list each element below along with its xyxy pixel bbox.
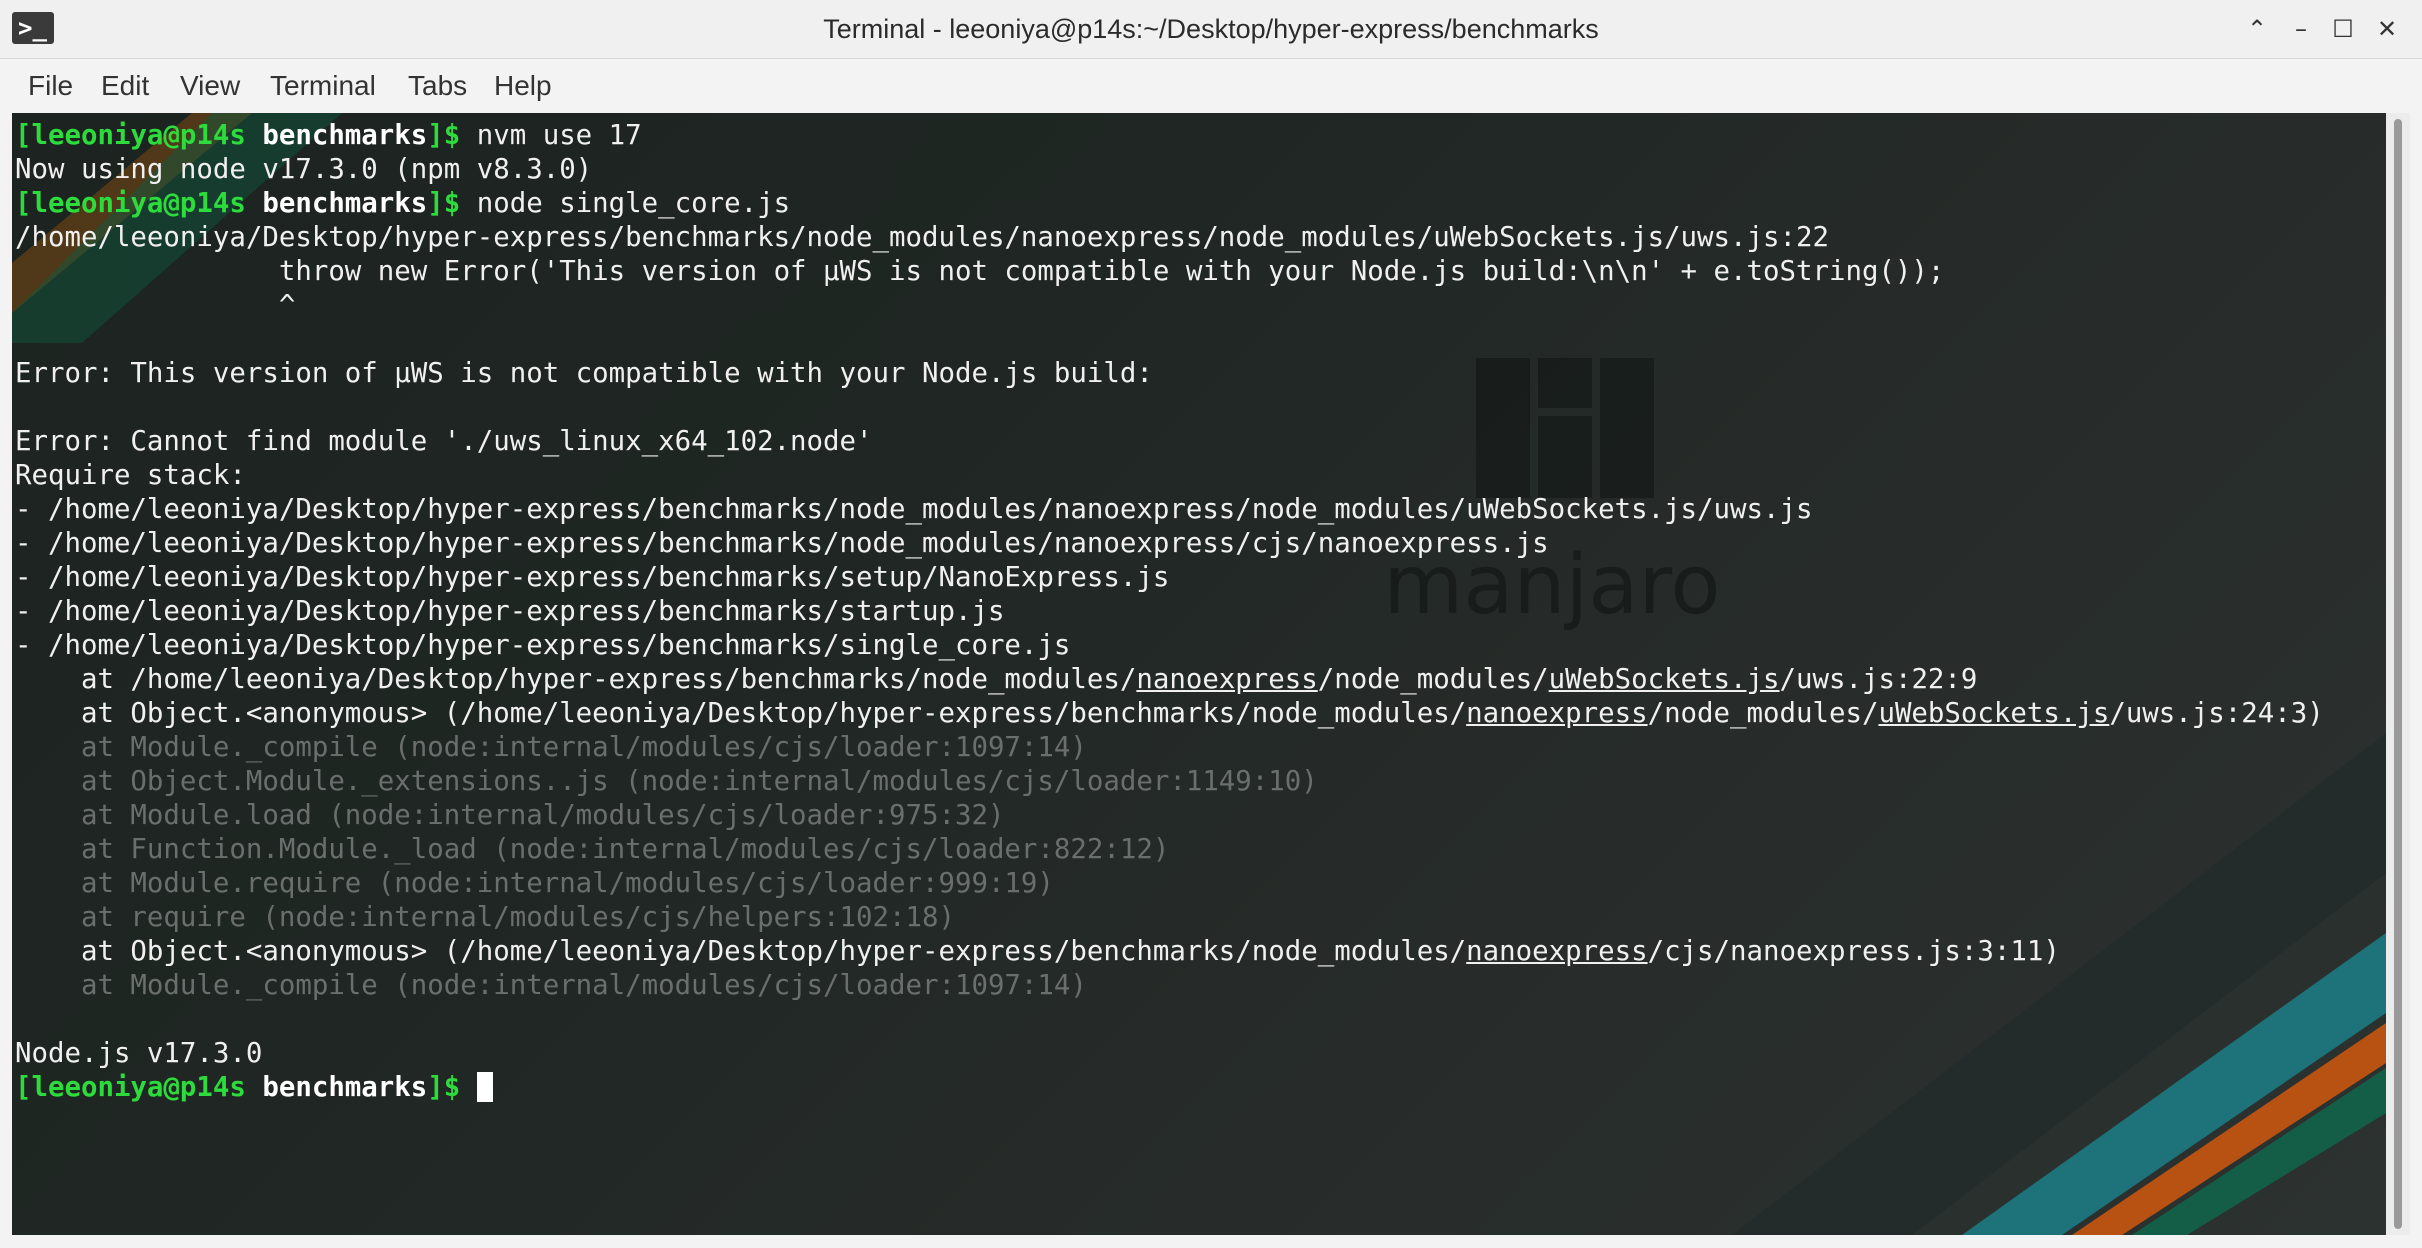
terminal-line: - /home/leeoniya/Desktop/hyper-express/b… xyxy=(15,527,2324,561)
scrollbar-thumb[interactable] xyxy=(2394,119,2402,1229)
text-cursor xyxy=(476,1072,493,1102)
output-text: /node_modules/ xyxy=(1647,698,1879,729)
prompt-text: ]$ xyxy=(427,120,461,151)
maximize-icon[interactable]: ☐ xyxy=(2322,8,2364,50)
terminal-line: at Function.Module._load (node:internal/… xyxy=(15,833,2324,867)
terminal-line: [leeoniya@p14s benchmarks]$ nvm use 17 xyxy=(15,119,2324,153)
output-text: nanoexpress xyxy=(1136,664,1318,695)
output-text: Now using node v17.3.0 (npm v8.3.0) xyxy=(15,154,593,185)
prompt-text: [leeoniya@p14s xyxy=(15,188,263,219)
output-text: /home/leeoniya/Desktop/hyper-express/ben… xyxy=(15,222,1829,253)
terminal-line: at Module.require (node:internal/modules… xyxy=(15,867,2324,901)
shade-chevron-up-icon[interactable]: ⌃ xyxy=(2236,8,2278,50)
output-text: at Module._compile (node:internal/module… xyxy=(15,970,1087,1001)
prompt-dir: benchmarks xyxy=(262,1072,428,1103)
output-text: nanoexpress xyxy=(1466,936,1648,967)
output-text: /uws.js:24:3) xyxy=(2109,698,2324,729)
output-text: ^ xyxy=(15,290,296,321)
terminal-line: Node.js v17.3.0 xyxy=(15,1037,2324,1071)
terminal-line: Require stack: xyxy=(15,459,2324,493)
output-text: /cjs/nanoexpress.js:3:11) xyxy=(1647,936,2060,967)
terminal-line: - /home/leeoniya/Desktop/hyper-express/b… xyxy=(15,561,2324,595)
window-title: Terminal - leeoniya@p14s:~/Desktop/hyper… xyxy=(823,14,1599,44)
scrollbar[interactable] xyxy=(2386,113,2410,1235)
terminal-line: at Object.<anonymous> (/home/leeoniya/De… xyxy=(15,935,2324,969)
terminal-line: [leeoniya@p14s benchmarks]$ xyxy=(15,1071,2324,1105)
terminal-line: [leeoniya@p14s benchmarks]$ node single_… xyxy=(15,187,2324,221)
output-text: /node_modules/ xyxy=(1317,664,1549,695)
output-text: Error: Cannot find module './uws_linux_x… xyxy=(15,426,873,457)
window-border-right xyxy=(2410,113,2422,1248)
menu-edit[interactable]: Edit xyxy=(101,59,149,113)
terminal-line: at /home/leeoniya/Desktop/hyper-express/… xyxy=(15,663,2324,697)
title-bar[interactable]: >_ Terminal - leeoniya@p14s:~/Desktop/hy… xyxy=(0,0,2422,59)
output-text: at /home/leeoniya/Desktop/hyper-express/… xyxy=(15,664,1137,695)
terminal-line: - /home/leeoniya/Desktop/hyper-express/b… xyxy=(15,493,2324,527)
terminal-line: /home/leeoniya/Desktop/hyper-express/ben… xyxy=(15,221,2324,255)
terminal-line: at require (node:internal/modules/cjs/he… xyxy=(15,901,2324,935)
output-text: Node.js v17.3.0 xyxy=(15,1038,263,1069)
terminal-area[interactable]: manjaro [leeoniya@p14s benchmarks]$ nvm … xyxy=(12,113,2386,1235)
menu-tabs[interactable]: Tabs xyxy=(408,59,467,113)
output-text: - /home/leeoniya/Desktop/hyper-express/b… xyxy=(15,562,1170,593)
terminal-line: Error: Cannot find module './uws_linux_x… xyxy=(15,425,2324,459)
terminal-output: [leeoniya@p14s benchmarks]$ nvm use 17 No… xyxy=(15,119,2324,1105)
terminal-line: - /home/leeoniya/Desktop/hyper-express/b… xyxy=(15,629,2324,663)
output-text: uWebSockets.js xyxy=(1878,698,2110,729)
terminal-line: Error: This version of µWS is not compat… xyxy=(15,357,2324,391)
output-text: at Object.Module._extensions..js (node:i… xyxy=(15,766,1318,797)
prompt-dir: benchmarks xyxy=(262,120,428,151)
prompt-text: [leeoniya@p14s xyxy=(15,120,263,151)
output-text: nvm use 17 xyxy=(460,120,642,151)
menu-help[interactable]: Help xyxy=(494,59,552,113)
output-text: at Object.<anonymous> (/home/leeoniya/De… xyxy=(15,698,1467,729)
terminal-line: at Module.load (node:internal/modules/cj… xyxy=(15,799,2324,833)
terminal-line: ^ xyxy=(15,289,2324,323)
terminal-line: throw new Error('This version of µWS is … xyxy=(15,255,2324,289)
prompt-dir: benchmarks xyxy=(262,188,428,219)
terminal-line: - /home/leeoniya/Desktop/hyper-express/b… xyxy=(15,595,2324,629)
output-text: at Function.Module._load (node:internal/… xyxy=(15,834,1170,865)
menu-view[interactable]: View xyxy=(180,59,240,113)
output-text: uWebSockets.js xyxy=(1548,664,1780,695)
prompt-text: ]$ xyxy=(427,188,461,219)
output-text: Error: This version of µWS is not compat… xyxy=(15,358,1153,389)
output-text: - /home/leeoniya/Desktop/hyper-express/b… xyxy=(15,494,1813,525)
output-text: Require stack: xyxy=(15,460,246,491)
output-text: throw new Error('This version of µWS is … xyxy=(15,256,1945,287)
terminal-line: at Module._compile (node:internal/module… xyxy=(15,969,2324,1003)
output-text: at Object.<anonymous> (/home/leeoniya/De… xyxy=(15,936,1467,967)
output-text: /uws.js:22:9 xyxy=(1779,664,1978,695)
menu-bar: File Edit View Terminal Tabs Help xyxy=(0,59,2422,113)
output-text: - /home/leeoniya/Desktop/hyper-express/b… xyxy=(15,630,1071,661)
output-text: nanoexpress xyxy=(1466,698,1648,729)
output-text: node single_core.js xyxy=(460,188,791,219)
output-text: at Module._compile (node:internal/module… xyxy=(15,732,1087,763)
close-icon[interactable]: ✕ xyxy=(2366,8,2408,50)
terminal-line: at Object.<anonymous> (/home/leeoniya/De… xyxy=(15,697,2324,731)
output-text: at Module.load (node:internal/modules/cj… xyxy=(15,800,1005,831)
prompt-text: [leeoniya@p14s xyxy=(15,1072,263,1103)
window-border-bottom xyxy=(0,1235,2422,1248)
menu-terminal[interactable]: Terminal xyxy=(270,59,376,113)
terminal-line: at Object.Module._extensions..js (node:i… xyxy=(15,765,2324,799)
terminal-line: Now using node v17.3.0 (npm v8.3.0) xyxy=(15,153,2324,187)
menu-file[interactable]: File xyxy=(28,59,73,113)
output-text: - /home/leeoniya/Desktop/hyper-express/b… xyxy=(15,596,1005,627)
output-text: at require (node:internal/modules/cjs/he… xyxy=(15,902,955,933)
terminal-line: at Module._compile (node:internal/module… xyxy=(15,731,2324,765)
prompt-text: ]$ xyxy=(427,1072,461,1103)
output-text: - /home/leeoniya/Desktop/hyper-express/b… xyxy=(15,528,1549,559)
minimize-icon[interactable]: – xyxy=(2280,8,2322,50)
output-text: at Module.require (node:internal/modules… xyxy=(15,868,1054,899)
